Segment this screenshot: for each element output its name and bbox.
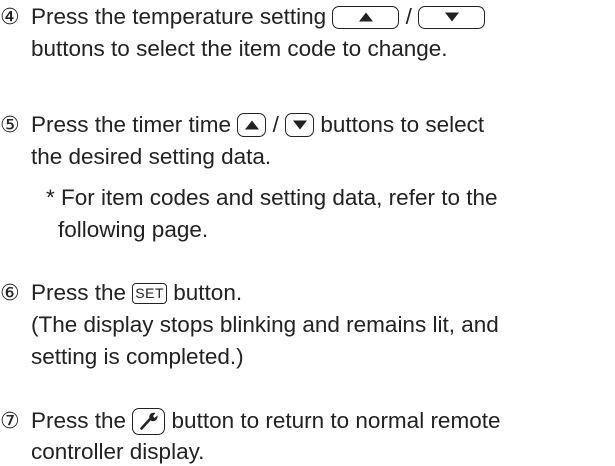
up-triangle-icon [358, 12, 373, 22]
step-6-line-3: setting is completed.) [31, 342, 244, 370]
temperature-down-button [418, 5, 486, 29]
wrench-icon [139, 412, 158, 430]
down-triangle-icon [444, 12, 459, 22]
step-text: (The display stops blinking and remains … [31, 312, 499, 338]
step-number: ⑥ [0, 280, 20, 306]
step-5-line-2: the desired setting data. [31, 142, 271, 170]
note-text: following page. [58, 217, 209, 243]
step-text: buttons to select the item code to chang… [31, 36, 448, 62]
note-text: * For item codes and setting data, refer… [46, 185, 498, 211]
step-text: Press the [31, 408, 133, 434]
step-number: ④ [0, 4, 20, 30]
step-6-line-1: ⑥ Press the SET button. [0, 278, 242, 306]
step-6-line-2: (The display stops blinking and remains … [31, 310, 499, 338]
step-text: Press the timer time [31, 112, 238, 138]
wrench-button [132, 407, 166, 435]
set-button: SET [132, 282, 168, 304]
down-triangle-icon [292, 120, 307, 130]
step-4-line-2: buttons to select the item code to chang… [31, 34, 448, 62]
step-text: the desired setting data. [31, 144, 272, 170]
timer-up-button [237, 113, 267, 138]
temperature-up-button [332, 5, 400, 29]
slash-separator: / [266, 112, 286, 138]
step-text: setting is completed.) [31, 344, 244, 370]
up-triangle-icon [244, 120, 259, 130]
note-line-2: following page. [58, 215, 208, 243]
step-number: ⑦ [0, 408, 20, 434]
step-text: button. [167, 280, 243, 306]
step-4-line-1: ④ Press the temperature setting / [0, 2, 486, 30]
step-text: buttons to select [314, 112, 485, 138]
step-text: Press the [31, 280, 133, 306]
step-text: Press the temperature setting [31, 4, 333, 30]
step-7-line-1: ⑦ Press the button to return to normal re… [0, 406, 501, 435]
step-number: ⑤ [0, 112, 20, 138]
step-text: button to return to normal remote [165, 408, 501, 434]
step-text: controller display. [31, 439, 205, 465]
slash-separator: / [399, 4, 419, 30]
step-7-line-2: controller display. [31, 437, 204, 465]
note-line-1: * For item codes and setting data, refer… [46, 183, 498, 211]
step-5-line-1: ⑤ Press the timer time / buttons to selec… [0, 110, 484, 138]
timer-down-button [285, 113, 315, 138]
